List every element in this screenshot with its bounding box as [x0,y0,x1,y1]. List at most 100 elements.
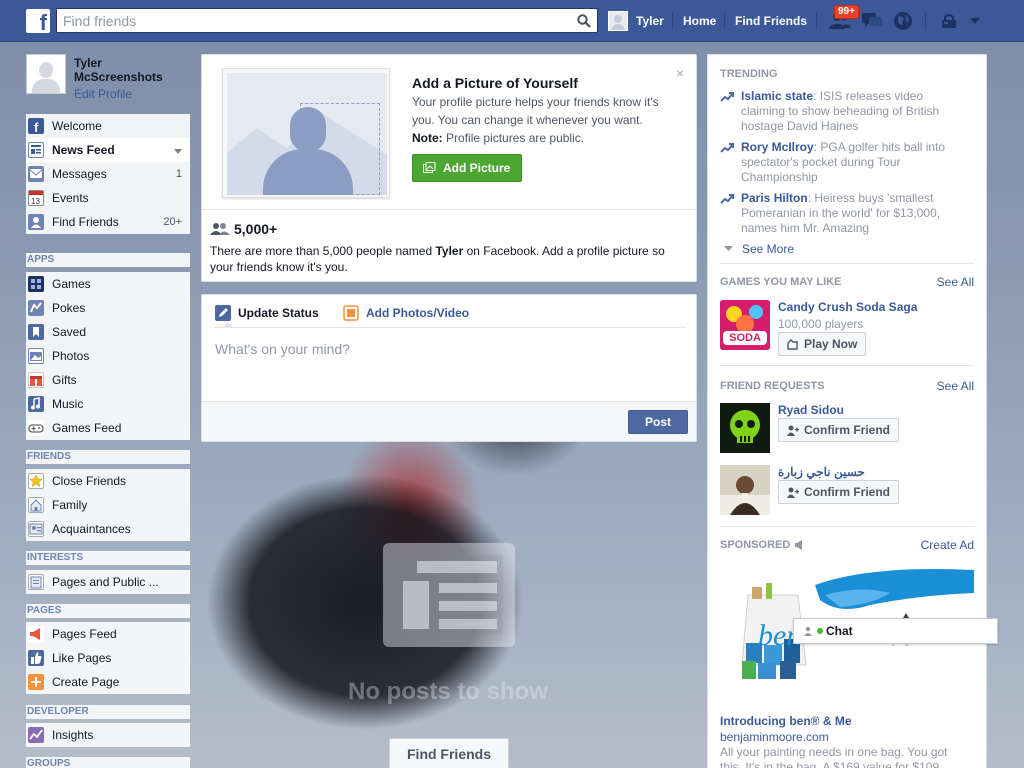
friend-request-avatar[interactable] [720,403,770,453]
chat-bar[interactable]: Chat [793,618,998,644]
megaphone-icon [28,626,44,642]
sidebar-item-messages[interactable]: Messages 1 [26,162,190,186]
sidebar-item-family[interactable]: Family [26,493,190,517]
sidebar-item-label: Saved [52,325,87,339]
sidebar-item-games[interactable]: Games [26,272,190,296]
add-picture-button[interactable]: Add Picture [412,154,522,182]
sidebar-item-pages-feed[interactable]: Pages Feed [26,622,190,646]
top-bar: f Tyler Home Find Friends 99+ [0,0,1024,42]
close-icon[interactable]: × [676,65,684,81]
avatar-illustration [227,73,387,195]
right-sidebar: TRENDING Islamic state: ISIS releases vi… [707,54,987,768]
apps-nav: Games Pokes Saved Photos Gifts Music Gam… [26,272,190,440]
chevron-down-icon[interactable] [174,146,182,158]
sidebar-item-news-feed[interactable]: News Feed [26,138,190,162]
music-icon [28,396,44,412]
tab-add-photos[interactable]: Add Photos/Video [343,305,469,321]
sidebar-item-events[interactable]: 13 Events [26,186,190,210]
confirm-friend-button[interactable]: Confirm Friend [778,418,899,442]
sidebar-item-label: Welcome [52,119,102,133]
sidebar-item-music[interactable]: Music [26,392,190,416]
sidebar-item-pokes[interactable]: Pokes [26,296,190,320]
sidebar-item-label: Pages and Public ... [52,575,159,589]
search-icon[interactable] [573,10,595,31]
status-input[interactable]: What's on your mind? [215,341,350,357]
games-see-all-link[interactable]: See All [937,275,974,289]
sidebar-item-label: Pokes [52,301,86,315]
pages-nav: Pages Feed Like Pages Create Page [26,622,190,694]
games-icon [28,276,44,292]
sidebar-item-label: Family [52,498,88,512]
section-header-groups: GROUPS [26,757,190,768]
game-name[interactable]: Candy Crush Soda Saga [778,300,917,314]
sidebar-item-label: Close Friends [52,474,127,488]
trending-topic[interactable]: Rory McIlroy [741,140,814,154]
acquaintances-icon [28,521,44,537]
create-ad-link[interactable]: Create Ad [921,538,974,552]
tab-update-status[interactable]: Update Status [215,305,319,321]
top-profile-link[interactable]: Tyler [608,10,664,32]
see-more-link[interactable]: See More [724,242,794,256]
trending-item[interactable]: Islamic state: ISIS releases video claim… [720,89,970,134]
sponsored-header: SPONSORED [720,539,805,551]
sidebar-item-label: Like Pages [52,651,112,665]
confirm-friend-button[interactable]: Confirm Friend [778,480,899,504]
home-link[interactable]: Home [683,14,716,28]
profile-name[interactable]: Tyler McScreenshots [74,56,184,84]
sidebar-item-photos[interactable]: Photos [26,344,190,368]
tab-indicator [222,322,234,328]
privacy-shortcuts-icon[interactable] [937,10,961,32]
sidebar-item-like-pages[interactable]: Like Pages [26,646,190,670]
trending-topic[interactable]: Islamic state [741,89,813,103]
play-now-button[interactable]: Play Now [778,332,867,356]
confirm-friend-label: Confirm Friend [804,423,890,437]
sidebar-item-label: Create Page [52,675,120,689]
sidebar-item-games-feed[interactable]: Games Feed [26,416,190,440]
sidebar-item-find-friends[interactable]: Find Friends 20+ [26,210,190,234]
sidebar-item-welcome[interactable]: f Welcome [26,114,190,138]
sidebar-item-acquaintances[interactable]: Acquaintances [26,517,190,541]
prompt-title: Add a Picture of Yourself [412,75,578,91]
sidebar-item-saved[interactable]: Saved [26,320,190,344]
sidebar-item-label: Events [52,191,89,205]
friend-request-name[interactable]: حسين ناجي زبارة [778,465,865,479]
globe-icon[interactable] [891,10,915,32]
pages-list-icon [28,574,44,590]
post-button[interactable]: Post [628,410,688,434]
game-players: 100,000 players [778,317,864,331]
ad-url[interactable]: benjaminmoore.com [720,730,829,744]
find-friends-link[interactable]: Find Friends [735,14,807,28]
sidebar-item-create-page[interactable]: Create Page [26,670,190,694]
ad-title[interactable]: Introducing ben® & Me [720,714,852,728]
friend-requests-see-all-link[interactable]: See All [937,379,974,393]
sidebar-item-label: Insights [52,728,94,742]
sidebar-item-insights[interactable]: Insights [26,723,190,747]
trending-item[interactable]: Paris Hilton: Heiress buys 'smallest Pom… [720,191,970,236]
friend-request-name[interactable]: Ryad Sidou [778,403,844,417]
note-label: Note: [412,131,443,145]
section-header-interests: INTERESTS [26,551,190,565]
trending-topic[interactable]: Paris Hilton [741,191,808,205]
composer-footer: Post [202,401,696,441]
chevron-down-icon[interactable] [963,10,987,32]
game-thumbnail[interactable]: SODA [720,300,770,350]
add-picture-label: Add Picture [443,161,511,175]
messages-icon[interactable] [860,10,884,32]
megaphone-icon [794,540,805,550]
sidebar-item-count: 20+ [163,216,182,228]
find-friends-button[interactable]: Find Friends [389,738,509,768]
sidebar-item-gifts[interactable]: Gifts [26,368,190,392]
divider [720,526,974,527]
search-input[interactable] [57,9,557,32]
sidebar-item-label: Games [52,277,91,291]
sidebar-item-label: Gifts [52,373,77,387]
profile-picture[interactable] [26,54,66,94]
trending-header: TRENDING [720,68,778,80]
sidebar-item-pages-public-figures[interactable]: Pages and Public ... [26,570,190,594]
edit-profile-link[interactable]: Edit Profile [74,87,132,101]
facebook-logo[interactable]: f [26,9,50,35]
friend-request-avatar[interactable] [720,465,770,515]
sidebar-item-close-friends[interactable]: Close Friends [26,469,190,493]
add-friend-icon [787,487,799,498]
trending-item[interactable]: Rory McIlroy: PGA golfer hits ball into … [720,140,970,185]
